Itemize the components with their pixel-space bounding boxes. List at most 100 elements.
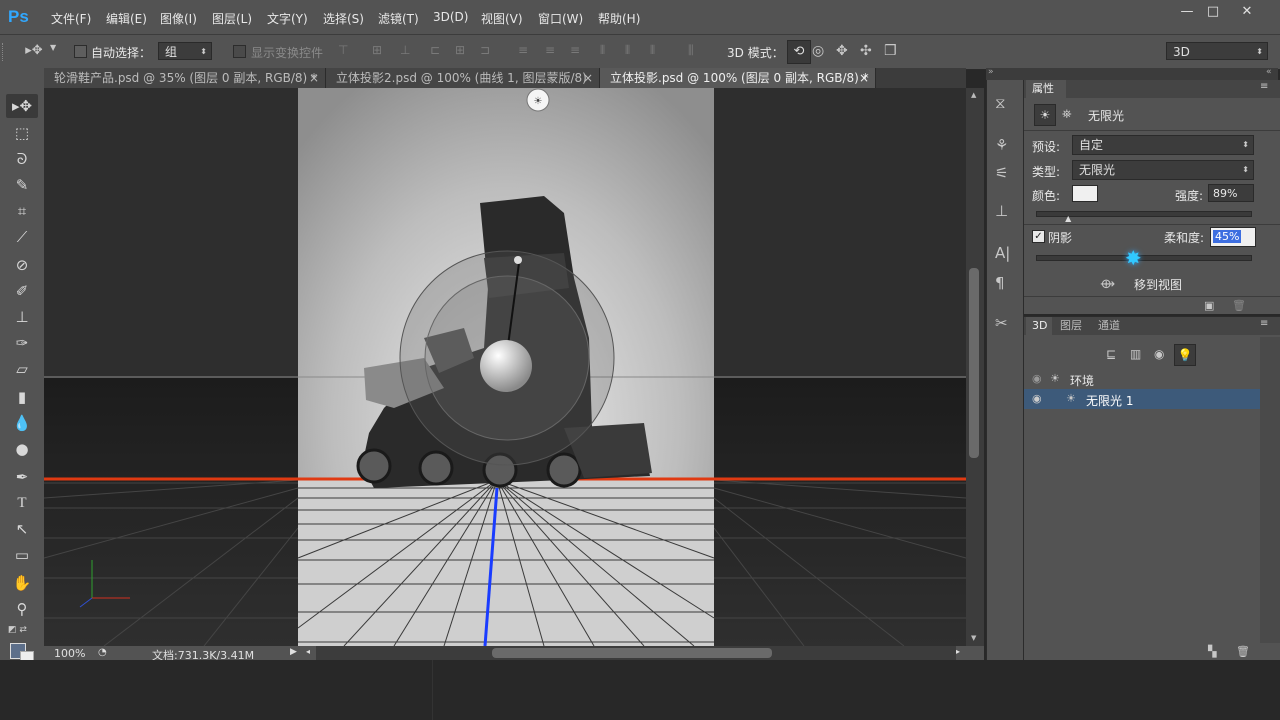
list-item-selected[interactable]: ◉ ☀ 无限光 1 (1024, 389, 1260, 409)
hand-tool-icon[interactable]: ✋ (6, 571, 38, 595)
menu-select[interactable]: 选择(S) (323, 10, 364, 27)
tab-properties[interactable]: 属性 (1026, 80, 1066, 98)
menu-filter[interactable]: 滤镜(T) (378, 10, 419, 27)
tab-document-1[interactable]: 轮滑鞋产品.psd @ 35% (图层 0 副本, RGB/8) * × (44, 68, 326, 88)
clone-source-panel-icon[interactable]: ⊥ (995, 202, 1008, 220)
menu-type[interactable]: 文字(Y) (267, 10, 308, 27)
visibility-eye-icon[interactable]: ◉ (1032, 372, 1042, 385)
tab-document-2[interactable]: 立体投影2.psd @ 100% (曲线 1, 图层蒙版/8) × (326, 68, 600, 88)
clone-stamp-tool-icon[interactable]: ⊥ (6, 305, 38, 329)
gradient-tool-icon[interactable]: ▮ (6, 385, 38, 409)
intensity-slider[interactable]: ▲ (1036, 211, 1252, 223)
auto-select-dropdown[interactable]: 组 ⬍ (158, 42, 212, 60)
tab-document-3[interactable]: 立体投影.psd @ 100% (图层 0 副本, RGB/8) * × (600, 68, 876, 88)
pen-tool-icon[interactable]: ✒ (6, 465, 38, 489)
menu-help[interactable]: 帮助(H) (598, 10, 640, 27)
chevron-down-icon[interactable]: ▼ (50, 43, 56, 52)
close-tab-icon[interactable]: × (309, 68, 319, 88)
scroll-right-icon[interactable]: ▸ (956, 647, 960, 656)
align-bottom-icon[interactable]: ⊥ (400, 43, 410, 57)
filter-materials-icon[interactable]: ◉ (1154, 347, 1164, 361)
eraser-tool-icon[interactable]: ▱ (6, 357, 38, 381)
list-item[interactable]: ◉ ☀ 环境 (1024, 369, 1260, 389)
marquee-tool-icon[interactable]: ⬚ (6, 121, 38, 145)
softness-slider[interactable]: ✸ (1036, 247, 1252, 269)
align-vcenter-icon[interactable]: ⊞ (372, 43, 382, 57)
visibility-eye-icon[interactable]: ◉ (1032, 392, 1042, 405)
close-tab-icon[interactable]: × (583, 68, 593, 88)
paragraph-panel-icon[interactable]: ¶ (995, 274, 1005, 292)
pan-3d-icon[interactable]: ✥ (836, 43, 848, 59)
orbit-3d-icon[interactable]: ⟲ (787, 40, 811, 64)
dodge-tool-icon[interactable]: ● (6, 437, 38, 461)
softness-input[interactable]: 45% (1210, 227, 1256, 247)
type-tool-icon[interactable]: T (6, 491, 38, 515)
menu-window[interactable]: 窗口(W) (538, 10, 583, 27)
distribute-right-icon[interactable]: ⫴ (650, 43, 655, 58)
intensity-input[interactable]: 89% (1208, 184, 1254, 202)
panel-scrollbar[interactable] (1260, 337, 1280, 643)
trash-icon[interactable]: 🗑 (1232, 299, 1246, 312)
softness-slider-thumb[interactable]: ✸ (1122, 247, 1144, 269)
document-canvas[interactable]: ☀ (44, 88, 966, 646)
tool-presets-panel-icon[interactable]: ✂ (995, 314, 1008, 332)
move-to-view-button[interactable]: 移到视图 (1134, 276, 1182, 293)
new-light-icon[interactable]: ▚ (1208, 645, 1216, 658)
filter-scene-icon[interactable]: ⊑ (1106, 347, 1116, 361)
preset-dropdown[interactable]: 自定 ⬍ (1072, 135, 1254, 155)
align-right-icon[interactable]: ⊐ (480, 43, 490, 57)
trash-icon[interactable]: 🗑 (1236, 645, 1250, 658)
panel-menu-icon[interactable]: ≡ (1260, 81, 1268, 92)
align-left-icon[interactable]: ⊏ (430, 43, 440, 57)
panel-menu-icon[interactable]: ≡ (1260, 318, 1268, 329)
brush-tool-icon[interactable]: ✐ (6, 279, 38, 303)
path-select-tool-icon[interactable]: ↖ (6, 517, 38, 541)
healing-brush-tool-icon[interactable]: ⊘ (6, 253, 38, 277)
show-transform-checkbox[interactable] (233, 45, 246, 58)
shadow-checkbox[interactable]: ✓ (1032, 230, 1045, 243)
scroll-up-icon[interactable]: ▲ (971, 91, 976, 99)
quick-select-tool-icon[interactable]: ✎ (6, 173, 38, 197)
scale-3d-icon[interactable]: ❒ (884, 43, 897, 59)
scroll-down-icon[interactable]: ▼ (971, 634, 976, 642)
eyedropper-tool-icon[interactable]: ⟋ (6, 225, 38, 249)
menu-layer[interactable]: 图层(L) (212, 10, 252, 27)
character-panel-icon[interactable]: A| (995, 244, 1010, 262)
coordinates-icon[interactable]: ⛯ (1062, 107, 1072, 122)
collapse-icon[interactable]: » (988, 67, 994, 77)
scroll-thumb[interactable] (492, 648, 772, 658)
brush-panel-icon[interactable]: ⚘ (995, 136, 1008, 154)
menu-image[interactable]: 图像(I) (160, 10, 197, 27)
filter-meshes-icon[interactable]: ▥ (1130, 347, 1141, 361)
distribute-vcenter-icon[interactable]: ≡ (545, 43, 555, 57)
infinite-light-icon[interactable]: ☀ (1034, 104, 1056, 126)
light-color-swatch[interactable] (1072, 185, 1098, 202)
tab-channels[interactable]: 通道 (1098, 317, 1120, 335)
menu-edit[interactable]: 编辑(E) (106, 10, 147, 27)
adjust-panel-icon[interactable]: ⚟ (995, 164, 1008, 182)
distribute-top-icon[interactable]: ≡ (518, 43, 528, 57)
tab-3d[interactable]: 3D (1026, 317, 1052, 335)
lasso-tool-icon[interactable]: ᘐ (6, 147, 38, 171)
move-tool-icon[interactable]: ▸✥ (22, 43, 46, 58)
roll-3d-icon[interactable]: ◎ (812, 43, 824, 59)
menu-file[interactable]: 文件(F) (51, 10, 91, 27)
status-menu-arrow-icon[interactable]: ▶ (290, 647, 297, 657)
zoom-tool-icon[interactable]: ⚲ (6, 597, 38, 621)
expand-icon[interactable]: « (1266, 67, 1272, 77)
distribute-bottom-icon[interactable]: ≡ (570, 43, 580, 57)
move-to-view-icon[interactable]: ⟴ (1100, 277, 1115, 292)
auto-select-checkbox[interactable] (74, 45, 87, 58)
distribute-hcenter-icon[interactable]: ⫴ (625, 43, 630, 58)
new-icon[interactable]: ▣ (1204, 299, 1214, 312)
intensity-slider-thumb[interactable]: ▲ (1065, 215, 1071, 223)
workspace-dropdown[interactable]: 3D ⬍ (1166, 42, 1268, 60)
vertical-scrollbar[interactable]: ▲ ▼ (966, 88, 984, 646)
menu-view[interactable]: 视图(V) (481, 10, 523, 27)
scroll-thumb[interactable] (969, 268, 979, 458)
restore-button[interactable]: □ (1202, 4, 1224, 20)
default-colors-icon[interactable]: ◩ ⇄ (8, 625, 27, 635)
close-tab-icon[interactable]: × (859, 68, 869, 88)
slide-3d-icon[interactable]: ✣ (860, 43, 872, 59)
zoom-level[interactable]: 100% (54, 647, 85, 660)
